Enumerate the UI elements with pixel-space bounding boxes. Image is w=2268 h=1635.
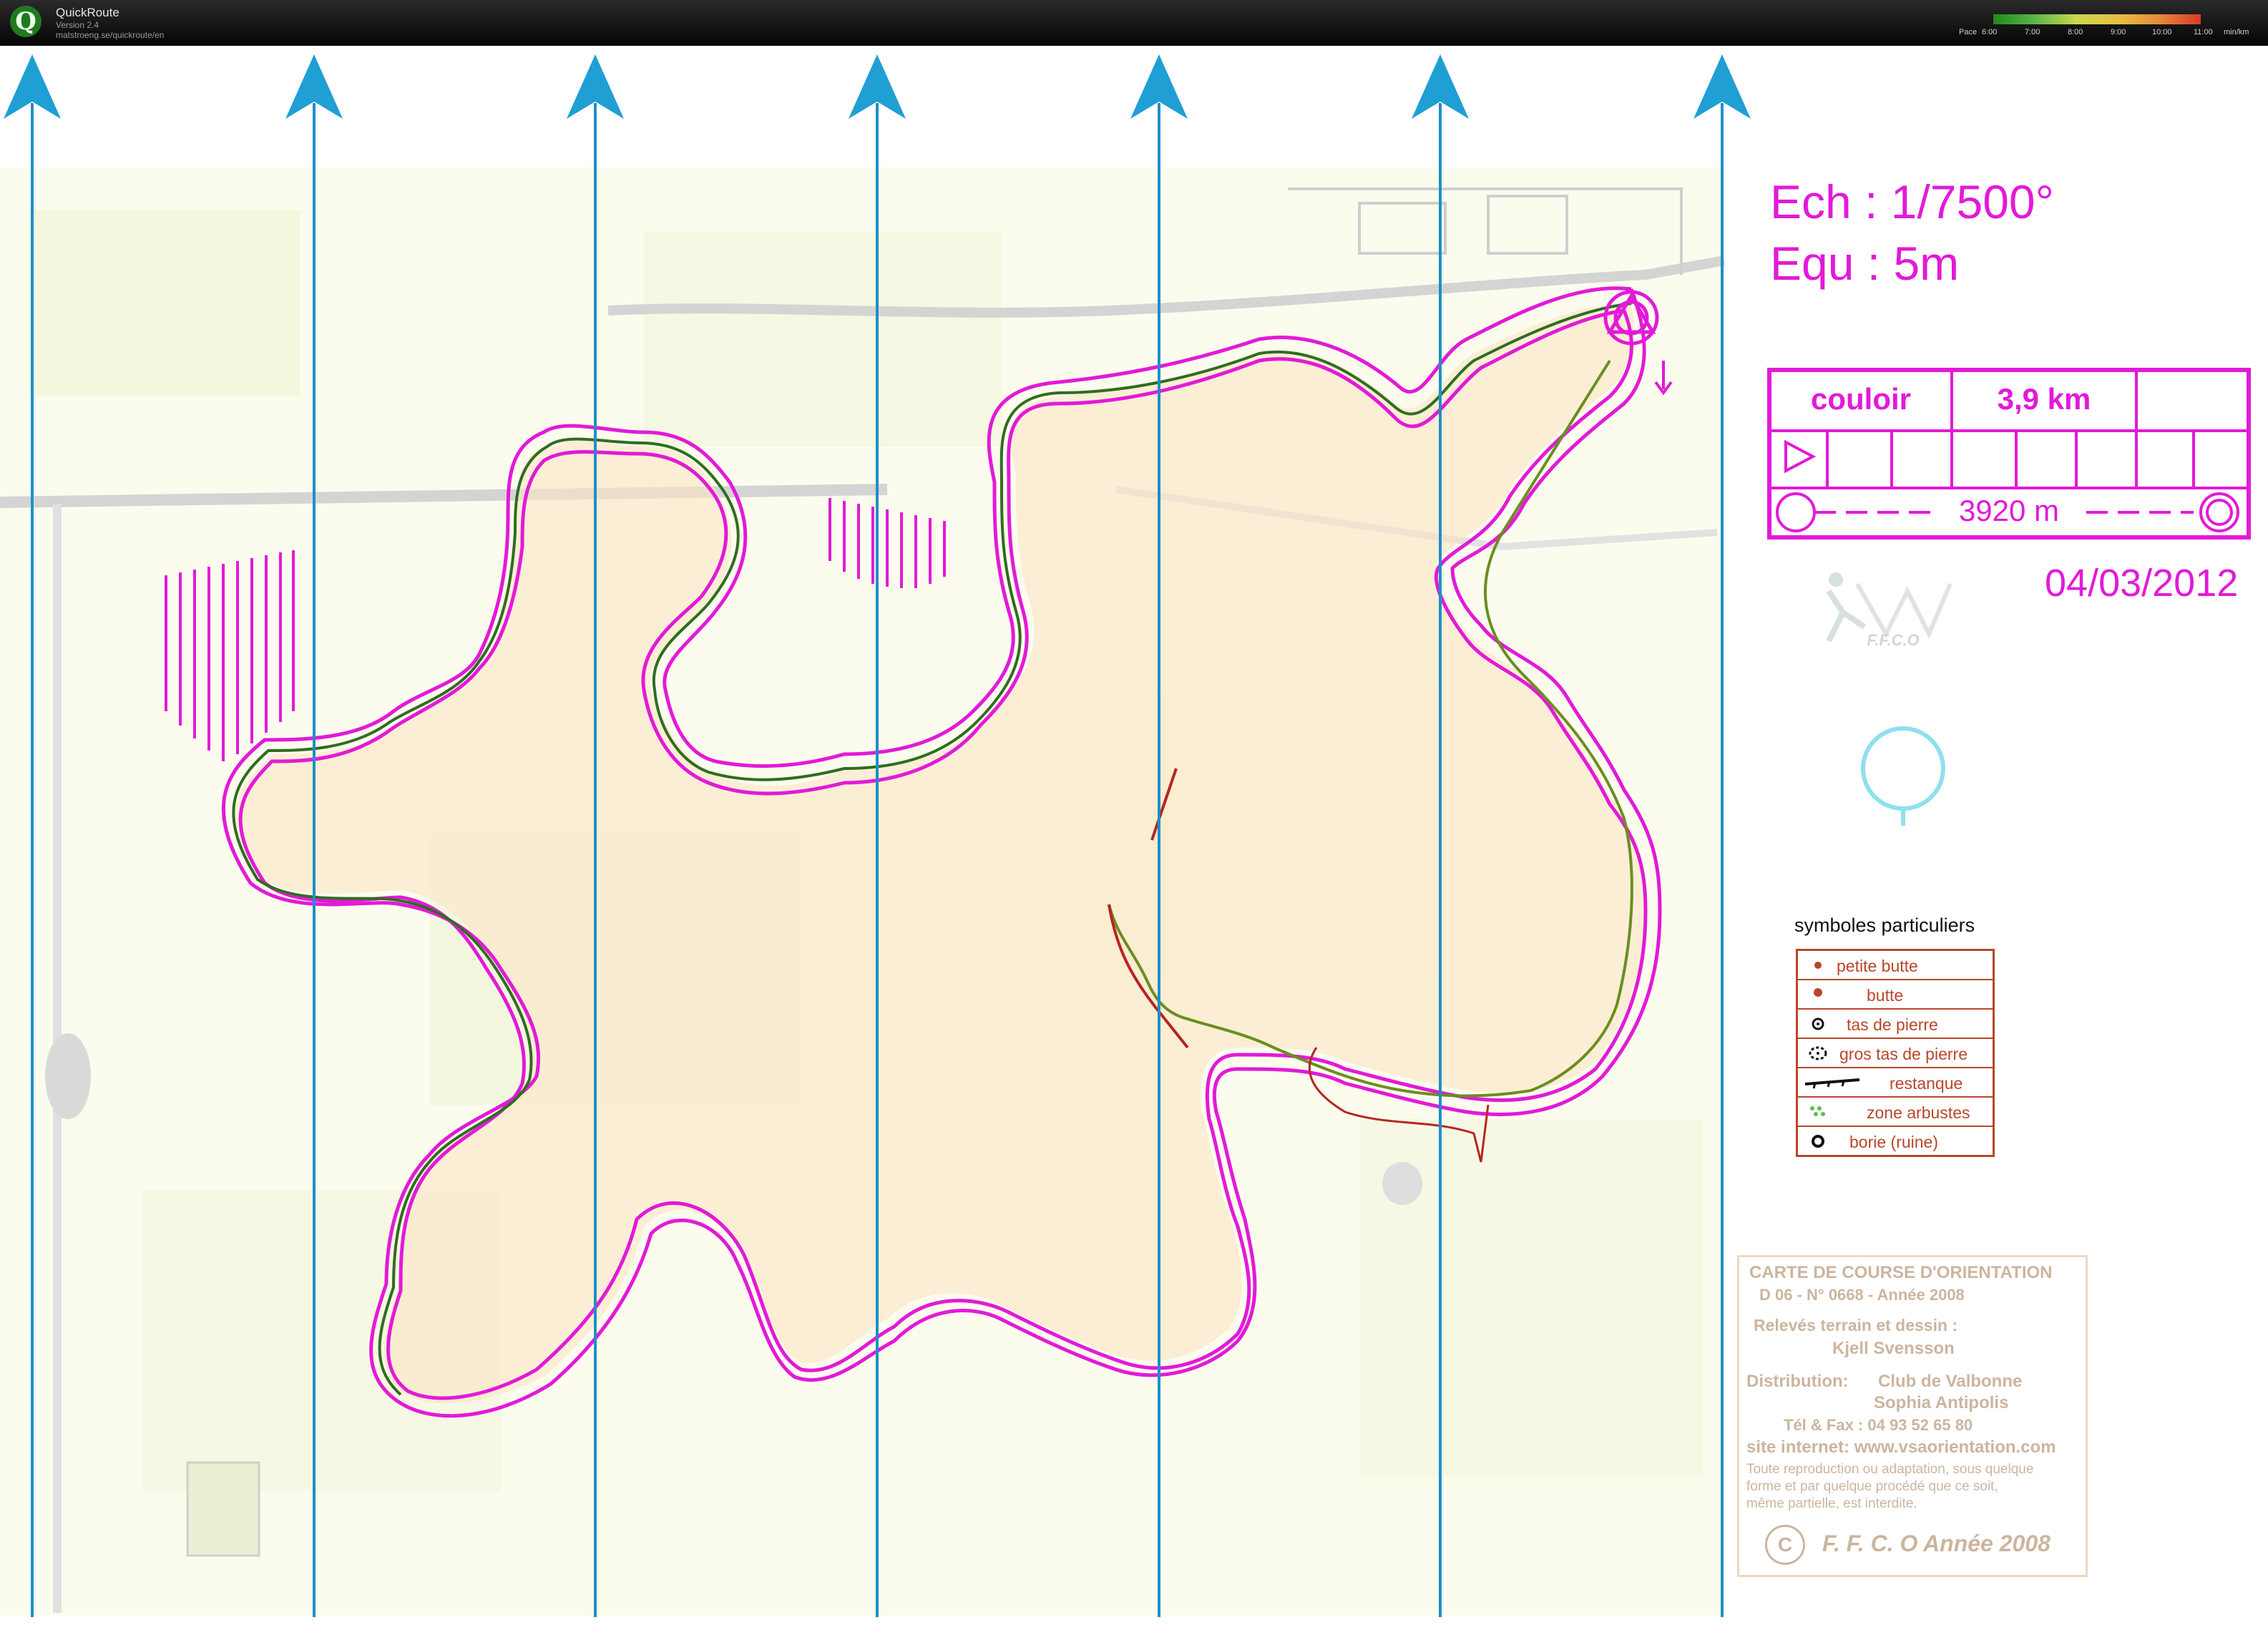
small-knoll-icon [1814,962,1822,969]
start-triangle-icon [1784,439,1817,474]
rock-area [1382,1162,1422,1205]
legend-row: tas de pierre [1798,1010,1993,1039]
rock-area [45,1033,91,1119]
description-cell [1953,429,2018,487]
pace-tick: 10:00 [2152,28,2172,36]
credits-distributor: Club de Valbonne [1878,1372,2023,1391]
start-cell [1771,429,1829,487]
pace-tick: 9:00 [2111,28,2126,36]
copyright-icon: C [1765,1525,1805,1565]
legend-label: petite butte [1837,957,1918,975]
quickroute-logo-icon: Q [10,6,41,37]
vegetation-area [29,210,300,396]
credits-phone: Tél & Fax : 04 93 52 65 80 [1784,1416,1973,1434]
pace-tick: 6:00 [1982,28,1998,36]
ffco-logo-text: F.F.C.O [1867,631,1919,648]
pace-label: Pace [1959,28,1978,36]
course-start-row [1771,429,2247,489]
credits-title: CARTE DE COURSE D'ORIENTATION [1749,1263,2053,1282]
course-empty-cell [2138,372,2251,429]
control-circle-faint [1861,726,1945,811]
title-bar: Q QuickRoute Version 2.4 matstroeng.se/q… [0,0,2268,46]
knoll-icon [1814,988,1822,997]
orienteering-map[interactable]: Ech : 1/7500° Equ : 5m couloir 3,9 km 39… [0,46,2268,1631]
legend-label: restanque [1890,1074,1963,1093]
legend-label: tas de pierre [1847,1015,1938,1034]
credits-survey-label: Relevés terrain et dessin : [1754,1316,1958,1334]
course-name: couloir [1771,372,1953,429]
legend-row: gros tas de pierre [1798,1039,1993,1068]
pace-tick: 11:00 [2194,28,2213,36]
credits-ref: D 06 - N° 0668 - Année 2008 [1759,1286,1965,1304]
pace-unit: min/km [2224,28,2249,36]
ffco-logo-icon: F.F.C.O [1826,572,1952,648]
description-cell [1893,429,1953,487]
credits-notice: même partielle, est interdite. [1746,1496,1917,1511]
legend-label: butte [1867,986,1904,1005]
legend-row: butte [1798,980,1993,1010]
legend-row: petite butte [1798,951,1993,980]
legend-row: borie (ruine) [1798,1127,1993,1155]
field [186,1461,260,1557]
pace-tick: 7:00 [2025,28,2040,36]
description-cell [2138,429,2195,487]
description-cell [2195,429,2251,487]
credits-website: site internet: www.vsaorientation.com [1746,1438,2056,1457]
credits-surveyor: Kjell Svensson [1832,1339,1955,1358]
credits-distribution-label: Distribution: [1746,1372,1849,1391]
pace-tick: 8:00 [2068,28,2083,36]
course-description-table: couloir 3,9 km 3920 m [1767,368,2251,540]
credits-notice: Toute reproduction ou adaptation, sous q… [1746,1462,2034,1477]
legend-row: zone arbustes [1798,1098,1993,1127]
credits-copyright: F. F. C. O Année 2008 [1822,1531,2051,1556]
legend-label: gros tas de pierre [1839,1045,1968,1063]
app-url: matstroeng.se/quickroute/en [56,30,165,40]
app-name: QuickRoute [56,6,119,19]
terrace-wall-icon [1804,1078,1860,1089]
shrub-zone-icon [1810,1106,1825,1116]
credits-notice: forme et par quelque procédé que ce soit… [1746,1479,1998,1494]
app-version: Version 2.4 [56,20,99,30]
credits-distributor: Sophia Antipolis [1874,1393,2009,1412]
event-date: 04/03/2012 [2045,562,2239,605]
description-cell [1829,429,1893,487]
large-stone-pile-icon [1809,1046,1827,1060]
legend-label: zone arbustes [1867,1103,1970,1122]
course-header-row: couloir 3,9 km [1771,372,2247,432]
map-scale: Ech : 1/7500° [1770,175,2054,228]
stone-pile-icon [1812,1017,1824,1030]
ruin-hut-icon [1812,1135,1824,1148]
description-cell [2078,429,2138,487]
vegetation-area [644,232,1002,446]
map-credits: CARTE DE COURSE D'ORIENTATION D 06 - N° … [1737,1255,2088,1577]
course-distance: 3920 m [1958,494,2060,527]
contour-interval: Equ : 5m [1770,237,1960,290]
legend-label: borie (ruine) [1849,1133,1938,1151]
legend-title: symboles particuliers [1794,914,1975,936]
legend-table: petite butte butte tas de pierre gros ta… [1796,949,1995,1157]
pace-color-scale [1993,14,2201,24]
legend-row: restanque [1798,1068,1993,1098]
description-cell [2018,429,2078,487]
course-length: 3,9 km [1953,372,2138,429]
